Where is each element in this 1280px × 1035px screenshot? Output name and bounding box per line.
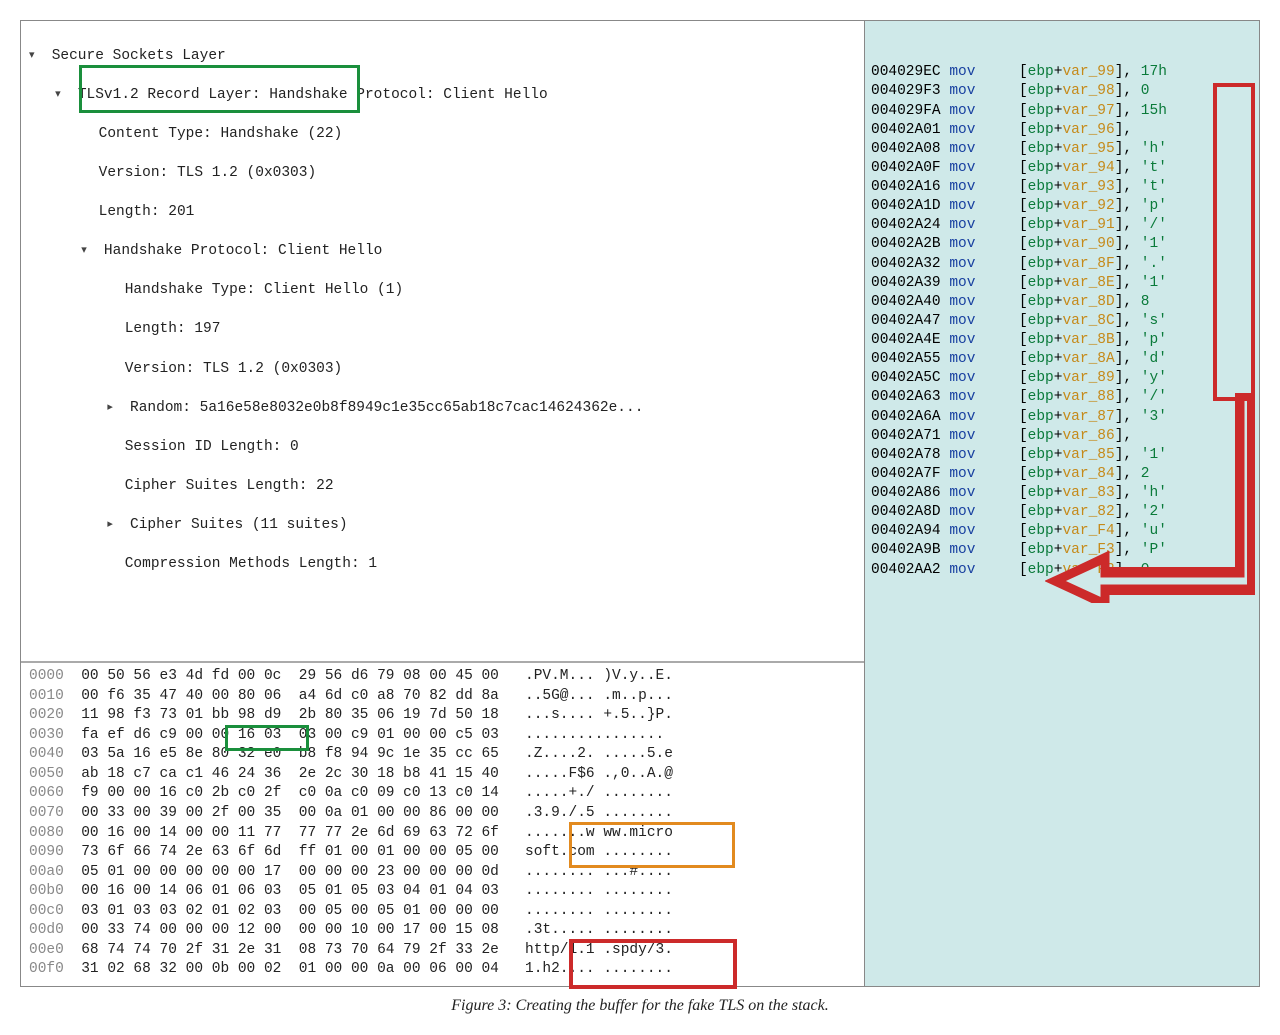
asm-row[interactable]: 00402A2B mov [ebp+var_90], '1' [871, 235, 1253, 254]
tree-random[interactable]: Random: 5a16e58e8032e0b8f8949c1e35cc65ab… [29, 399, 856, 419]
tree-hs-len[interactable]: Length: 197 [29, 320, 856, 340]
asm-row[interactable]: 00402A63 mov [ebp+var_88], '/' [871, 388, 1253, 407]
content-type-text: Content Type: Handshake (22) [99, 126, 343, 142]
asm-row[interactable]: 00402A86 mov [ebp+var_83], 'h' [871, 484, 1253, 503]
hex-row[interactable]: 0070 00 33 00 39 00 2f 00 35 00 0a 01 00… [29, 804, 856, 824]
asm-row[interactable]: 00402A78 mov [ebp+var_85], '1' [871, 446, 1253, 465]
hex-row[interactable]: 0040 03 5a 16 e5 8e 80 32 e0 b8 f8 94 9c… [29, 745, 856, 765]
asm-row[interactable]: 00402A71 mov [ebp+var_86], [871, 427, 1253, 446]
asm-row[interactable]: 00402A4E mov [ebp+var_8B], 'p' [871, 331, 1253, 350]
asm-row[interactable]: 00402A24 mov [ebp+var_91], '/' [871, 216, 1253, 235]
expand-icon[interactable] [29, 47, 43, 67]
sid-text: Session ID Length: 0 [125, 439, 299, 455]
asm-row[interactable]: 00402A9B mov [ebp+var_F3], 'P' [871, 541, 1253, 560]
asm-row[interactable]: 00402A8D mov [ebp+var_82], '2' [871, 503, 1253, 522]
hs-len-text: Length: 197 [125, 321, 221, 337]
asm-row[interactable]: 00402A08 mov [ebp+var_95], 'h' [871, 140, 1253, 159]
asm-row[interactable]: 004029F3 mov [ebp+var_98], 0 [871, 82, 1253, 101]
figure-caption: Figure 3: Creating the buffer for the fa… [20, 997, 1260, 1015]
hex-row[interactable]: 0050 ab 18 c7 ca c1 46 24 36 2e 2c 30 18… [29, 765, 856, 785]
collapse-icon[interactable] [107, 516, 121, 536]
asm-row[interactable]: 00402A47 mov [ebp+var_8C], 's' [871, 312, 1253, 331]
hex-row[interactable]: 00a0 05 01 00 00 00 00 00 17 00 00 00 23… [29, 863, 856, 883]
random-text: Random: 5a16e58e8032e0b8f8949c1e35cc65ab… [130, 400, 643, 416]
asm-row[interactable]: 00402A6A mov [ebp+var_87], '3' [871, 408, 1253, 427]
hex-row[interactable]: 0000 00 50 56 e3 4d fd 00 0c 29 56 d6 79… [29, 667, 856, 687]
asm-row[interactable]: 00402AA2 mov [ebp+var F2], 0 [871, 561, 1253, 580]
tree-cs-len[interactable]: Cipher Suites Length: 22 [29, 477, 856, 497]
hs-ver-text: Version: TLS 1.2 (0x0303) [125, 361, 343, 377]
handshake-label: Handshake Protocol: Client Hello [104, 243, 382, 259]
hex-row[interactable]: 0020 11 98 f3 73 01 bb 98 d9 2b 80 35 06… [29, 706, 856, 726]
expand-icon[interactable] [55, 86, 69, 106]
hex-row[interactable]: 00b0 00 16 00 14 06 01 06 03 05 01 05 03… [29, 882, 856, 902]
hex-row[interactable]: 0090 73 6f 66 74 2e 63 6f 6d ff 01 00 01… [29, 843, 856, 863]
tree-content-type[interactable]: Content Type: Handshake (22) [29, 125, 856, 145]
asm-row[interactable]: 00402A16 mov [ebp+var_93], 't' [871, 178, 1253, 197]
collapse-icon[interactable] [107, 399, 121, 419]
expand-icon[interactable] [81, 242, 95, 262]
asm-row[interactable]: 00402A94 mov [ebp+var_F4], 'u' [871, 522, 1253, 541]
hex-row[interactable]: 00f0 31 02 68 32 00 0b 00 02 01 00 00 0a… [29, 960, 856, 980]
hex-row[interactable]: 00e0 68 74 74 70 2f 31 2e 31 08 73 70 64… [29, 941, 856, 961]
tree-root-label: Secure Sockets Layer [52, 48, 226, 64]
tree-record[interactable]: TLSv1.2 Record Layer: Handshake Protocol… [29, 86, 856, 106]
hex-row[interactable]: 00c0 03 01 03 03 02 01 02 03 00 05 00 05… [29, 902, 856, 922]
hex-row[interactable]: 0080 00 16 00 14 00 00 11 77 77 77 2e 6d… [29, 824, 856, 844]
asm-row[interactable]: 00402A39 mov [ebp+var_8E], '1' [871, 274, 1253, 293]
hex-row[interactable]: 0030 fa ef d6 c9 00 00 16 03 03 00 c9 01… [29, 726, 856, 746]
asm-row[interactable]: 00402A01 mov [ebp+var_96], [871, 121, 1253, 140]
tree-hs-type[interactable]: Handshake Type: Client Hello (1) [29, 281, 856, 301]
hex-row[interactable]: 0060 f9 00 00 16 c0 2b c0 2f c0 0a c0 09… [29, 784, 856, 804]
length-text: Length: 201 [99, 204, 195, 220]
asm-row[interactable]: 00402A5C mov [ebp+var_89], 'y' [871, 369, 1253, 388]
cs-len-text: Cipher Suites Length: 22 [125, 478, 334, 494]
version-text: Version: TLS 1.2 (0x0303) [99, 165, 317, 181]
tree-length[interactable]: Length: 201 [29, 203, 856, 223]
hex-dump: 0000 00 50 56 e3 4d fd 00 0c 29 56 d6 79… [21, 663, 864, 986]
asm-row[interactable]: 00402A32 mov [ebp+var_8F], '.' [871, 255, 1253, 274]
asm-row[interactable]: 00402A0F mov [ebp+var_94], 't' [871, 159, 1253, 178]
comp-text: Compression Methods Length: 1 [125, 556, 377, 572]
asm-row[interactable]: 004029FA mov [ebp+var_97], 15h [871, 102, 1253, 121]
asm-row[interactable]: 004029EC mov [ebp+var_99], 17h [871, 63, 1253, 82]
figure-panel: Secure Sockets Layer TLSv1.2 Record Laye… [20, 20, 1260, 987]
figure-container: Secure Sockets Layer TLSv1.2 Record Laye… [20, 20, 1260, 1015]
tree-root[interactable]: Secure Sockets Layer [29, 47, 856, 67]
cs-list-text: Cipher Suites (11 suites) [130, 517, 348, 533]
asm-row[interactable]: 00402A55 mov [ebp+var_8A], 'd' [871, 350, 1253, 369]
wireshark-pane: Secure Sockets Layer TLSv1.2 Record Laye… [21, 21, 864, 986]
asm-row[interactable]: 00402A40 mov [ebp+var_8D], 8 [871, 293, 1253, 312]
protocol-tree: Secure Sockets Layer TLSv1.2 Record Laye… [21, 21, 864, 663]
hex-row[interactable]: 0010 00 f6 35 47 40 00 80 06 a4 6d c0 a8… [29, 687, 856, 707]
asm-row[interactable]: 00402A7F mov [ebp+var_84], 2 [871, 465, 1253, 484]
tree-record-label: TLSv1.2 Record Layer: Handshake Protocol… [78, 87, 548, 103]
tree-sid[interactable]: Session ID Length: 0 [29, 438, 856, 458]
tree-handshake[interactable]: Handshake Protocol: Client Hello [29, 242, 856, 262]
tree-comp[interactable]: Compression Methods Length: 1 [29, 555, 856, 575]
hex-row[interactable]: 00d0 00 33 74 00 00 00 12 00 00 00 10 00… [29, 921, 856, 941]
hs-type-text: Handshake Type: Client Hello (1) [125, 282, 403, 298]
tree-version[interactable]: Version: TLS 1.2 (0x0303) [29, 164, 856, 184]
asm-row[interactable]: 00402A1D mov [ebp+var_92], 'p' [871, 197, 1253, 216]
tree-cs-list[interactable]: Cipher Suites (11 suites) [29, 516, 856, 536]
disassembly-pane: 004029EC mov [ebp+var_99], 17h004029F3 m… [864, 21, 1259, 986]
tree-hs-ver[interactable]: Version: TLS 1.2 (0x0303) [29, 360, 856, 380]
